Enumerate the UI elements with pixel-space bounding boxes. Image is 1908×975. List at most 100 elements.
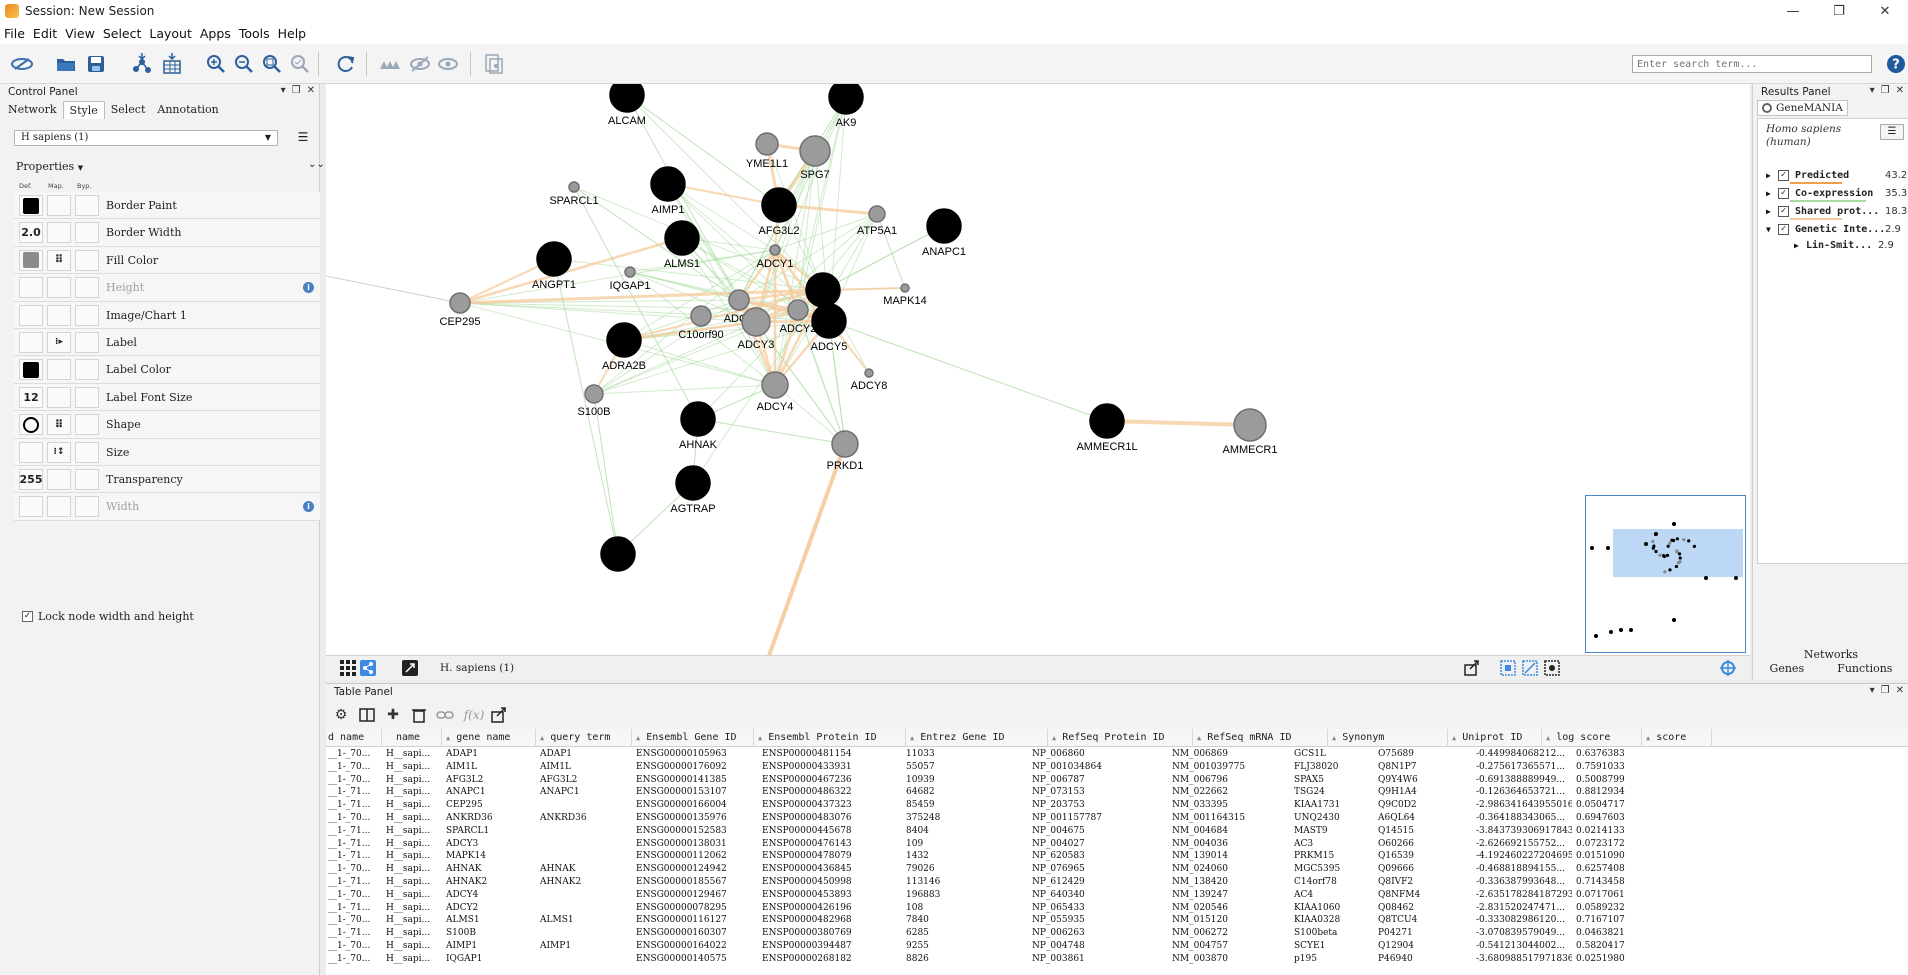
- table-cell[interactable]: [540, 902, 632, 915]
- column-header[interactable]: ▲ Uniprot ID: [1448, 729, 1542, 747]
- table-cell[interactable]: __1-_71...: [328, 876, 382, 889]
- table-cell[interactable]: NM_024060: [1172, 863, 1290, 876]
- table-cell[interactable]: 1432: [906, 850, 1028, 863]
- zoom-in-icon[interactable]: [204, 53, 228, 75]
- table-cell[interactable]: -0.691388889949...: [1476, 774, 1572, 787]
- network-node[interactable]: ANGPT1: [532, 241, 576, 291]
- refresh-icon[interactable]: [334, 53, 358, 75]
- network-node[interactable]: AIMP1: [650, 166, 686, 216]
- grid-view-icon[interactable]: [340, 660, 356, 676]
- table-cell[interactable]: __1-_70...: [328, 889, 382, 902]
- table-cell[interactable]: H__sapi...: [386, 812, 442, 825]
- table-row[interactable]: __1-_70... H__sapi... ADAP1 ADAP1 ENSG000001…: [326, 748, 1908, 761]
- table-cell[interactable]: C14orf78: [1294, 876, 1374, 889]
- table-cell[interactable]: NP_076965: [1032, 863, 1168, 876]
- mapping-cell[interactable]: ⁝↕: [47, 441, 71, 463]
- bypass-cell[interactable]: [75, 304, 99, 326]
- default-value-cell[interactable]: [19, 277, 43, 299]
- link-table-icon[interactable]: [436, 706, 454, 724]
- table-cell[interactable]: O60266: [1378, 838, 1472, 851]
- table-row[interactable]: __1-_71... H__sapi... ADCY3 ENSG00000138031…: [326, 838, 1908, 851]
- import-table-icon[interactable]: [160, 53, 184, 75]
- bypass-cell[interactable]: [75, 195, 99, 216]
- table-cell[interactable]: Q8IVF2: [1378, 876, 1472, 889]
- property-row[interactable]: ⁝▸ Label: [14, 328, 320, 357]
- mapping-cell[interactable]: [47, 496, 71, 518]
- table-cell[interactable]: NM_006869: [1172, 748, 1290, 761]
- menu-select[interactable]: Select: [103, 26, 142, 41]
- network-weight-item[interactable]: ▼ ✓ Genetic Inte... 2.9: [1766, 221, 1901, 237]
- new-session-icon[interactable]: [10, 53, 34, 75]
- checkbox-icon[interactable]: ✓: [1778, 223, 1789, 235]
- new-from-selection-icon[interactable]: [482, 53, 506, 75]
- node-circle[interactable]: [926, 208, 962, 244]
- table-cell[interactable]: ENSP00000268182: [762, 953, 902, 966]
- columns-icon[interactable]: [358, 706, 376, 724]
- table-cell[interactable]: ENSP00000426196: [762, 902, 902, 915]
- table-cell[interactable]: NP_073153: [1032, 786, 1168, 799]
- node-circle[interactable]: [868, 205, 886, 223]
- table-cell[interactable]: Q9H1A4: [1378, 786, 1472, 799]
- table-cell[interactable]: NM_006796: [1172, 774, 1290, 787]
- table-cell[interactable]: 79026: [906, 863, 1028, 876]
- network-edge[interactable]: [626, 94, 780, 206]
- table-row[interactable]: __1-_70... H__sapi... ANKRD36 ANKRD36 ENSG00…: [326, 812, 1908, 825]
- node-circle[interactable]: [761, 371, 789, 399]
- table-cell[interactable]: ENSG00000152583: [636, 825, 758, 838]
- table-cell[interactable]: H__sapi...: [386, 902, 442, 915]
- chevron-right-icon[interactable]: ▶: [1766, 207, 1778, 216]
- close-button[interactable]: ✕: [1862, 0, 1908, 22]
- menu-edit[interactable]: Edit: [33, 26, 57, 41]
- table-cell[interactable]: NM_003870: [1172, 953, 1290, 966]
- node-circle[interactable]: [600, 536, 636, 572]
- table-cell[interactable]: H__sapi...: [386, 863, 442, 876]
- property-row[interactable]: Image/Chart 1: [14, 301, 320, 329]
- default-value-cell[interactable]: 2.0: [19, 222, 43, 244]
- table-cell[interactable]: ANKRD36: [540, 812, 632, 825]
- table-cell[interactable]: -2.831520247471...: [1476, 902, 1572, 915]
- zoom-fit-icon[interactable]: [260, 53, 284, 75]
- table-cell[interactable]: 0.0717061: [1576, 889, 1904, 902]
- table-cell[interactable]: H__sapi...: [386, 876, 442, 889]
- table-cell[interactable]: ENSP00000481154: [762, 748, 902, 761]
- table-cell[interactable]: H__sapi...: [386, 838, 442, 851]
- table-cell[interactable]: 0.0214133: [1576, 825, 1904, 838]
- table-cell[interactable]: [540, 889, 632, 902]
- add-column-icon[interactable]: ✚: [384, 706, 402, 724]
- property-row[interactable]: ⁝↕ Size: [14, 438, 320, 466]
- table-cell[interactable]: 0.0589232: [1576, 902, 1904, 915]
- table-cell[interactable]: NM_139247: [1172, 889, 1290, 902]
- show-graphics-details-icon[interactable]: [1500, 660, 1516, 676]
- node-circle[interactable]: [755, 132, 779, 156]
- table-cell[interactable]: __1-_71...: [328, 927, 382, 940]
- bypass-cell[interactable]: [75, 277, 99, 299]
- results-options-icon[interactable]: ☰: [1880, 124, 1904, 140]
- mapping-cell[interactable]: [47, 195, 71, 216]
- network-weight-item[interactable]: ▶ ✓ Predicted 43.2: [1766, 167, 1907, 184]
- table-cell[interactable]: ENSG00000141385: [636, 774, 758, 787]
- table-cell[interactable]: __1-_70...: [328, 953, 382, 966]
- table-cell[interactable]: ENSG00000140575: [636, 953, 758, 966]
- table-cell[interactable]: 0.0723172: [1576, 838, 1904, 851]
- table-cell[interactable]: H__sapi...: [386, 850, 442, 863]
- default-value-cell[interactable]: 12: [19, 386, 43, 408]
- table-cell[interactable]: H__sapi...: [386, 927, 442, 940]
- network-view[interactable]: ALCAM AK9 YME1L1 SPG7 SPARCL1 AIMP1 AFG3L2 ATP5…: [326, 84, 1750, 655]
- open-folder-icon[interactable]: [54, 53, 78, 75]
- table-cell[interactable]: ENSG00000112062: [636, 850, 758, 863]
- node-circle[interactable]: [787, 299, 809, 321]
- table-cell[interactable]: ADAP1: [446, 748, 536, 761]
- table-cell[interactable]: [540, 799, 632, 812]
- network-weight-item[interactable]: ▶ ✓ Co-expression 35.3: [1766, 185, 1907, 202]
- table-cell[interactable]: [540, 953, 632, 966]
- table-cell[interactable]: KIAA1060: [1294, 902, 1374, 915]
- table-cell[interactable]: -0.541213044002...: [1476, 940, 1572, 953]
- table-cell[interactable]: ENSG00000153107: [636, 786, 758, 799]
- table-cell[interactable]: Q14515: [1378, 825, 1472, 838]
- table-cell[interactable]: __1-_71...: [328, 838, 382, 851]
- mapping-cell[interactable]: [47, 359, 71, 381]
- show-all-icon[interactable]: [378, 53, 402, 75]
- column-header[interactable]: ▲ Ensembl Gene ID: [632, 729, 754, 747]
- default-value-cell[interactable]: [19, 249, 43, 271]
- column-header[interactable]: d name: [326, 729, 382, 747]
